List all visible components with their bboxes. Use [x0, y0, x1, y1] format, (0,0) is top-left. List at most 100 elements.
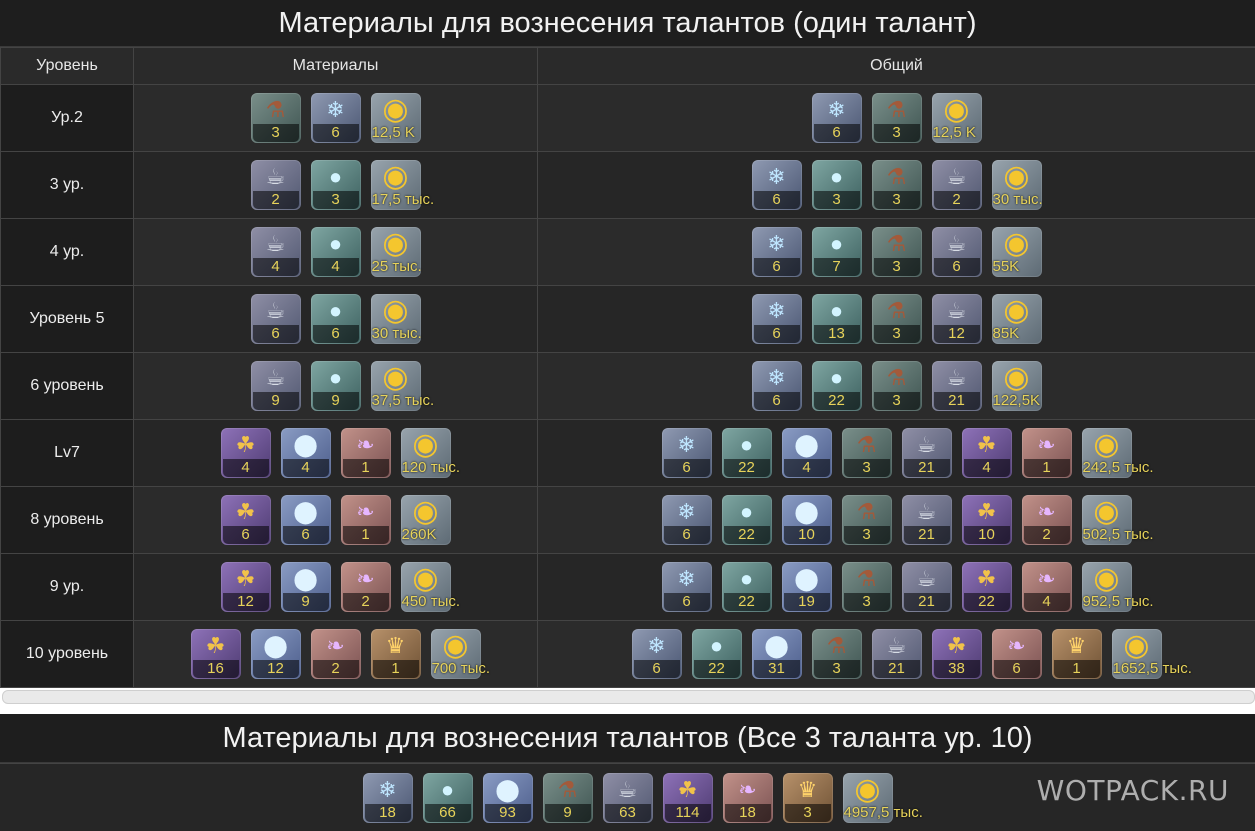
gourd-icon: ⚗ [872, 95, 922, 125]
material-item: ⬤4 [782, 428, 832, 478]
material-quantity: 22 [724, 526, 770, 544]
shell-icon: ❧ [1022, 430, 1072, 460]
material-quantity: 85K [992, 325, 1020, 343]
material-quantity: 6 [664, 593, 710, 611]
total-items: ❄6●7⚗3☕6◉55K [538, 227, 1255, 277]
materials-items: ☘16⬤12❧2♛1◉700 тыс. [134, 629, 537, 679]
orb-icon: ⬤ [281, 497, 331, 527]
total-items: ❄6●22⚗3☕21◉122,5K [538, 361, 1255, 411]
orb-icon: ⬤ [281, 430, 331, 460]
material-quantity: 6 [814, 124, 860, 142]
material-item: ♛1 [371, 629, 421, 679]
golden-icon: ☘ [932, 631, 982, 661]
materials-cell: ☘4⬤4❧1◉120 тыс. [134, 420, 538, 487]
coin-icon: ◉ [843, 775, 893, 805]
material-item: ❄18 [363, 773, 413, 823]
material-quantity: 66 [425, 804, 471, 822]
material-item: ⚗3 [842, 428, 892, 478]
material-item: ◉12,5 K [932, 93, 982, 143]
table-row: 3 ур.☕2●3◉17,5 тыс.❄6●3⚗3☕2◉30 тыс. [1, 152, 1255, 219]
golden-icon: ☘ [962, 564, 1012, 594]
material-quantity: 6 [313, 124, 359, 142]
level-label: 10 уровень [1, 621, 134, 688]
material-item: ●22 [692, 629, 742, 679]
crystal-icon: ❄ [812, 95, 862, 125]
horizontal-scrollbar[interactable] [2, 690, 1255, 704]
material-item: ☕6 [251, 294, 301, 344]
materials-cell: ☕6●6◉30 тыс. [134, 286, 538, 353]
material-item: ◉120 тыс. [401, 428, 451, 478]
material-quantity: 3 [814, 660, 860, 678]
material-quantity: 22 [964, 593, 1010, 611]
gourd-icon: ⚗ [872, 296, 922, 326]
material-item: ☕2 [251, 160, 301, 210]
material-item: ⚗3 [872, 294, 922, 344]
material-quantity: 55K [992, 258, 1020, 276]
material-quantity: 6 [754, 191, 800, 209]
coin-icon: ◉ [1112, 631, 1162, 661]
materials-table: Уровень Материалы Общий Ур.2⚗3❄6◉12,5 K❄… [0, 47, 1255, 688]
total-cell: ❄6●7⚗3☕6◉55K [538, 219, 1255, 286]
coin-icon: ◉ [932, 95, 982, 125]
material-item: ☕4 [251, 227, 301, 277]
material-item: ⬤31 [752, 629, 802, 679]
material-item: ☘12 [221, 562, 271, 612]
material-item: ♛1 [1052, 629, 1102, 679]
materials-cell: ☘6⬤6❧1◉260K [134, 487, 538, 554]
material-item: ☘38 [932, 629, 982, 679]
material-quantity: 30 тыс. [992, 191, 1043, 209]
material-item: ⚗3 [842, 562, 892, 612]
pot-icon: ☕ [902, 564, 952, 594]
material-quantity: 6 [754, 392, 800, 410]
gourd-icon: ⚗ [812, 631, 862, 661]
material-item: ◉37,5 тыс. [371, 361, 421, 411]
material-quantity: 1 [1054, 660, 1100, 678]
gourd-icon: ⚗ [872, 229, 922, 259]
coin-icon: ◉ [401, 430, 451, 460]
material-item: ❧2 [1022, 495, 1072, 545]
orb-icon: ⬤ [251, 631, 301, 661]
materials-items: ☕4●4◉25 тыс. [134, 227, 537, 277]
drop-icon: ● [311, 162, 361, 192]
material-item: ❄6 [662, 562, 712, 612]
materials-cell: ☕4●4◉25 тыс. [134, 219, 538, 286]
table-row: 8 уровень☘6⬤6❧1◉260K❄6●22⬤10⚗3☕21☘10❧2◉5… [1, 487, 1255, 554]
material-quantity: 6 [664, 459, 710, 477]
material-quantity: 2 [1024, 526, 1070, 544]
material-quantity: 17,5 тыс. [371, 191, 435, 209]
material-quantity: 3 [874, 392, 920, 410]
material-quantity: 10 [964, 526, 1010, 544]
pot-icon: ☕ [902, 430, 952, 460]
material-quantity: 6 [223, 526, 269, 544]
material-item: ◉30 тыс. [371, 294, 421, 344]
material-item: ❄6 [752, 160, 802, 210]
coin-icon: ◉ [1082, 564, 1132, 594]
material-item: ⚗3 [872, 93, 922, 143]
material-quantity: 1 [373, 660, 419, 678]
material-quantity: 21 [904, 593, 950, 611]
materials-cell: ☘16⬤12❧2♛1◉700 тыс. [134, 621, 538, 688]
gourd-icon: ⚗ [251, 95, 301, 125]
material-item: ⬤6 [281, 495, 331, 545]
table-body: Ур.2⚗3❄6◉12,5 K❄6⚗3◉12,5 K3 ур.☕2●3◉17,5… [1, 85, 1255, 688]
material-quantity: 22 [724, 593, 770, 611]
material-quantity: 37,5 тыс. [371, 392, 435, 410]
materials-cell: ⚗3❄6◉12,5 K [134, 85, 538, 152]
level-label: 6 уровень [1, 353, 134, 420]
material-item: ❄6 [632, 629, 682, 679]
shell-icon: ❧ [1022, 564, 1072, 594]
table-row: Уровень 5☕6●6◉30 тыс.❄6●13⚗3☕12◉85K [1, 286, 1255, 353]
material-quantity: 4 [283, 459, 329, 477]
material-quantity: 25 тыс. [371, 258, 422, 276]
pot-icon: ☕ [251, 162, 301, 192]
table-row: 6 уровень☕9●9◉37,5 тыс.❄6●22⚗3☕21◉122,5K [1, 353, 1255, 420]
material-item: ◉55K [992, 227, 1042, 277]
pot-icon: ☕ [932, 162, 982, 192]
material-item: ❧4 [1022, 562, 1072, 612]
material-quantity: 16 [193, 660, 239, 678]
golden-icon: ☘ [221, 430, 271, 460]
drop-icon: ● [692, 631, 742, 661]
total-items: ❄6●22⬤4⚗3☕21☘4❧1◉242,5 тыс. [538, 428, 1255, 478]
material-item: ☕21 [902, 495, 952, 545]
material-item: ◉17,5 тыс. [371, 160, 421, 210]
